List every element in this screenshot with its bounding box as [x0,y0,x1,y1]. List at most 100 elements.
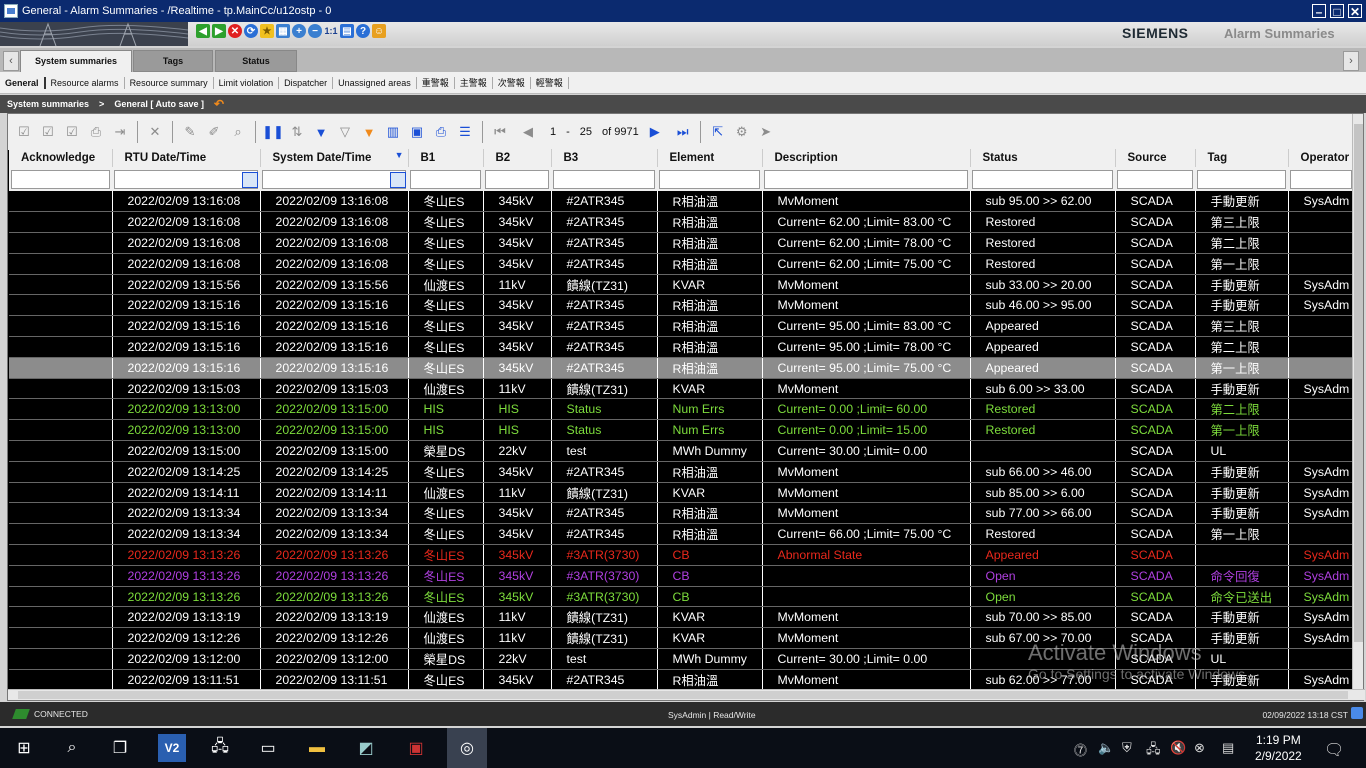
table-row[interactable]: 2022/02/09 13:13:34 2022/02/09 13:13:34 冬山… [9,502,1355,525]
table-row[interactable]: 2022/02/09 13:13:26 2022/02/09 13:13:26 冬山… [9,565,1355,587]
document-icon[interactable]: ▤ [340,24,354,38]
horizontal-scroll-thumb[interactable] [18,691,1348,699]
terminal-icon[interactable]: ▭ [254,734,282,762]
table-row[interactable]: 2022/02/09 13:16:08 2022/02/09 13:16:08 冬山… [9,232,1355,254]
columns-icon[interactable]: ▥ [384,123,402,141]
filter-b3-input[interactable] [553,169,655,189]
delete-icon[interactable]: ✕ [146,123,164,141]
previous-page-icon[interactable]: ◀ [519,123,537,141]
table-row[interactable]: 2022/02/09 13:15:16 2022/02/09 13:15:16 冬山… [9,315,1355,338]
column-header-acknowledge[interactable]: Acknowledge [9,149,113,167]
table-row[interactable]: 2022/02/09 13:13:26 2022/02/09 13:13:26 冬山… [9,586,1355,608]
table-row[interactable]: 2022/02/09 13:13:34 2022/02/09 13:13:34 冬山… [9,523,1355,546]
mute-icon[interactable]: 🔇 [1170,740,1186,756]
column-header-b2[interactable]: B2 [483,149,552,167]
maximize-button[interactable]: □ [1330,4,1344,19]
tab-status[interactable]: Status [215,50,297,72]
column-header-rtu-datetime[interactable]: RTU Date/Time [112,149,261,167]
shield-icon[interactable]: ⛨ [1122,740,1132,756]
horizontal-scrollbar[interactable] [8,689,1365,700]
filter-operator-input[interactable] [1290,169,1352,189]
acknowledge-page-icon[interactable]: ☑ [39,123,57,141]
subtab-resource-alarms[interactable]: Resource alarms [46,76,125,89]
stop-icon[interactable]: ✕ [228,24,242,38]
filter-system-datetime-input[interactable] [262,169,406,189]
filter-status-input[interactable] [972,169,1113,189]
acknowledge-all-icon[interactable]: ☑ [63,123,81,141]
run-icon[interactable]: ➤ [757,123,775,141]
filter-description-input[interactable] [764,169,968,189]
subtab-resource-summary[interactable]: Resource summary [125,76,214,89]
table-row[interactable]: 2022/02/09 13:12:00 2022/02/09 13:12:00 榮星… [9,648,1355,670]
subtab-minor-alarms[interactable]: 次警報 [493,76,531,89]
pause-icon[interactable]: ❚❚ [262,123,284,141]
close-circle-icon[interactable]: ⊗ [1194,740,1205,756]
sort-icon[interactable]: ⇅ [288,123,306,141]
close-button[interactable]: ✕ [1348,4,1362,19]
print-icon[interactable]: ⎙ [432,123,450,141]
zoom-1to1-button[interactable]: 1:1 [324,24,338,38]
table-row[interactable]: 2022/02/09 13:15:16 2022/02/09 13:15:16 冬山… [9,357,1355,379]
first-page-icon[interactable]: ⏮ [491,123,509,141]
filter-acknowledge-input[interactable] [11,169,110,189]
last-page-icon[interactable]: ⏭ [674,123,692,141]
tab-scroll-left-icon[interactable]: ‹ [3,51,19,71]
table-row[interactable]: 2022/02/09 13:13:00 2022/02/09 13:15:00 HI… [9,398,1355,421]
find-icon[interactable]: ⌕ [229,123,247,141]
minimize-button[interactable]: – [1312,4,1326,19]
vs-app-icon[interactable]: V2 [158,734,186,762]
back-arrow-icon[interactable]: ◀ [196,24,210,38]
notifications-icon[interactable]: 🗨 [1324,740,1344,760]
settings-icon[interactable]: ⚙ [733,123,751,141]
table-row[interactable]: 2022/02/09 13:15:16 2022/02/09 13:15:16 冬山… [9,294,1355,317]
subtab-unassigned-areas[interactable]: Unassigned areas [333,76,417,89]
open-external-icon[interactable]: ⇱ [709,123,727,141]
active-filter-icon[interactable]: ▼ [360,123,378,141]
remote-desktop-icon[interactable]: ▣ [402,734,430,762]
note-icon[interactable]: ✐ [205,123,223,141]
table-row[interactable]: 2022/02/09 13:16:08 2022/02/09 13:16:08 冬山… [9,211,1355,234]
table-row[interactable]: 2022/02/09 13:15:00 2022/02/09 13:15:00 榮星… [9,440,1355,462]
column-header-source[interactable]: Source [1115,149,1196,167]
windows-start-icon[interactable]: ⊞ [10,734,38,762]
calendar-icon[interactable] [242,171,258,188]
column-header-operator[interactable]: Operator [1288,149,1355,167]
filter-b2-input[interactable] [485,169,549,189]
filter-element-input[interactable] [659,169,760,189]
zoom-in-icon[interactable]: + [292,24,306,38]
list-view-icon[interactable]: ☰ [456,123,474,141]
filter-rtu-datetime-input[interactable] [114,169,258,189]
column-header-element[interactable]: Element [657,149,763,167]
vertical-scroll-thumb[interactable] [1354,124,1363,642]
table-row[interactable]: 2022/02/09 13:13:19 2022/02/09 13:13:19 仙渡… [9,606,1355,629]
acknowledge-icon[interactable]: ☑ [15,123,33,141]
alarm-app-taskbar-icon[interactable]: ◎ [447,728,487,768]
settings-gear-icon[interactable] [1351,707,1363,719]
column-header-system-datetime[interactable]: System Date/Time [260,149,409,167]
clear-filter-icon[interactable]: ▽ [336,123,354,141]
tray-app-icon[interactable]: ⓻ [1074,740,1087,759]
network-app-icon[interactable]: 🖧 [206,734,234,762]
column-header-description[interactable]: Description [762,149,971,167]
breadcrumb-root[interactable]: System summaries [7,99,89,109]
save-layout-icon[interactable]: ▣ [408,123,426,141]
column-header-status[interactable]: Status [970,149,1116,167]
refresh-icon[interactable]: ⟳ [244,24,258,38]
zoom-out-icon[interactable]: − [308,24,322,38]
tab-system-summaries[interactable]: System summaries [20,50,132,73]
help-icon[interactable]: ? [356,24,370,38]
subtab-dispatcher[interactable]: Dispatcher [279,76,334,89]
table-row[interactable]: 2022/02/09 13:15:03 2022/02/09 13:15:03 仙渡… [9,378,1355,400]
grid-icon[interactable]: ▦ [276,24,290,38]
table-row[interactable]: 2022/02/09 13:15:56 2022/02/09 13:15:56 仙渡… [9,274,1355,296]
table-row[interactable]: 2022/02/09 13:14:11 2022/02/09 13:14:11 仙渡… [9,482,1355,504]
next-page-icon[interactable]: ▶ [646,123,664,141]
preview-icon[interactable]: ⎙ [87,123,105,141]
search-icon[interactable]: ⌕ [58,734,86,762]
forward-arrow-icon[interactable]: ▶ [212,24,226,38]
speaker-icon[interactable]: 🔈 [1098,740,1114,756]
subtab-critical-alarms[interactable]: 重警報 [417,76,455,89]
table-row[interactable]: 2022/02/09 13:16:08 2022/02/09 13:16:08 冬山… [9,253,1355,275]
favorites-star-icon[interactable]: ★ [260,24,274,38]
filter-icon[interactable]: ▼ [312,123,330,141]
